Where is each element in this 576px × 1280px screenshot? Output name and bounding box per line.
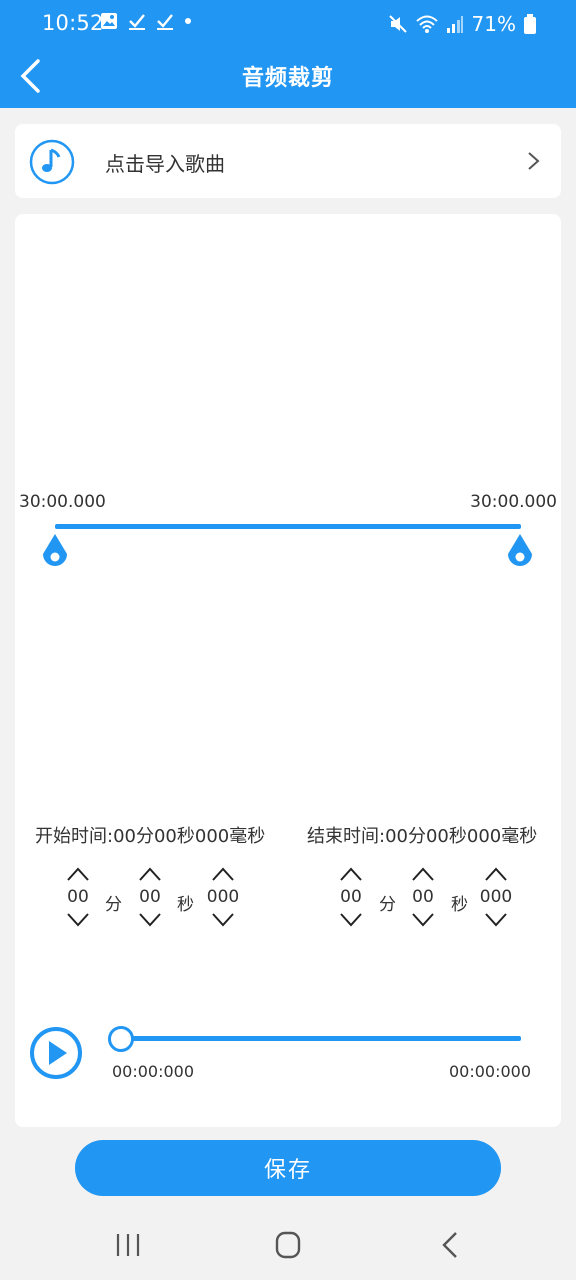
end-time-summary: 结束时间:00分00秒000毫秒 <box>307 826 538 847</box>
playback-current-time: 00:00:000 <box>112 1062 195 1081</box>
chevron-down-icon[interactable] <box>484 912 508 928</box>
playback-total-time: 00:00:000 <box>448 1062 531 1081</box>
back-nav-icon[interactable] <box>430 1230 470 1260</box>
chevron-down-icon[interactable] <box>411 912 435 928</box>
chevron-up-icon[interactable] <box>211 866 235 882</box>
home-icon[interactable] <box>268 1230 308 1260</box>
status-icons-left <box>100 12 192 30</box>
play-icon[interactable] <box>29 1026 83 1080</box>
chevron-up-icon[interactable] <box>484 866 508 882</box>
status-bar: 10:52 71% <box>0 0 576 46</box>
range-start-time: 30:00.000 <box>19 492 106 512</box>
start-minutes-unit: 分 <box>105 895 122 915</box>
trim-range-track[interactable] <box>55 524 521 529</box>
page-title: 音频裁剪 <box>241 66 334 91</box>
end-minutes-stepper: 00 <box>326 866 376 936</box>
playback-progress-thumb[interactable] <box>108 1026 134 1052</box>
playback-progress-track[interactable] <box>121 1036 521 1041</box>
start-milliseconds-value: 000 <box>206 887 240 907</box>
chevron-up-icon[interactable] <box>411 866 435 882</box>
end-seconds-unit: 秒 <box>451 895 468 915</box>
status-icons-right: 71% <box>388 12 536 36</box>
system-nav-bar <box>0 1208 576 1280</box>
mute-icon <box>388 15 407 33</box>
battery-percent: 71% <box>471 12 516 36</box>
chevron-up-icon[interactable] <box>138 866 162 882</box>
trim-start-handle-icon[interactable] <box>41 532 69 570</box>
start-minutes-stepper: 00 <box>53 866 103 936</box>
gallery-icon <box>101 13 117 29</box>
end-seconds-stepper: 00 <box>398 866 448 936</box>
recents-icon[interactable] <box>108 1230 148 1260</box>
end-milliseconds-stepper: 000 <box>471 866 521 936</box>
chevron-up-icon[interactable] <box>66 866 90 882</box>
start-minutes-value: 00 <box>67 887 89 907</box>
chevron-up-icon[interactable] <box>339 866 363 882</box>
check-icon <box>129 14 145 30</box>
status-time: 10:52 <box>42 11 104 35</box>
end-milliseconds-value: 000 <box>479 887 513 907</box>
battery-icon <box>524 14 536 34</box>
chevron-down-icon[interactable] <box>339 912 363 928</box>
start-seconds-value: 00 <box>139 887 161 907</box>
dot-icon <box>185 18 191 24</box>
end-minutes-unit: 分 <box>379 895 396 915</box>
end-seconds-value: 00 <box>412 887 434 907</box>
end-minutes-value: 00 <box>340 887 362 907</box>
import-song-row[interactable]: 点击导入歌曲 <box>15 124 561 198</box>
check-icon <box>157 14 173 30</box>
wifi-icon <box>415 15 438 33</box>
chevron-right-icon <box>528 152 540 170</box>
start-seconds-stepper: 00 <box>125 866 175 936</box>
editor-card: 30:00.000 30:00.000 开始时间:00分00秒000毫秒 00 … <box>15 214 561 1127</box>
range-end-time: 30:00.000 <box>470 492 557 512</box>
start-seconds-unit: 秒 <box>177 895 194 915</box>
chevron-down-icon[interactable] <box>66 912 90 928</box>
chevron-down-icon[interactable] <box>138 912 162 928</box>
music-note-icon <box>29 139 75 185</box>
chevron-down-icon[interactable] <box>211 912 235 928</box>
start-milliseconds-stepper: 000 <box>198 866 248 936</box>
app-header: 音频裁剪 <box>0 46 576 108</box>
trim-end-handle-icon[interactable] <box>506 532 534 570</box>
start-time-summary: 开始时间:00分00秒000毫秒 <box>35 826 266 847</box>
signal-icon <box>446 16 463 33</box>
save-button[interactable]: 保存 <box>75 1140 501 1196</box>
import-song-label: 点击导入歌曲 <box>105 152 225 176</box>
